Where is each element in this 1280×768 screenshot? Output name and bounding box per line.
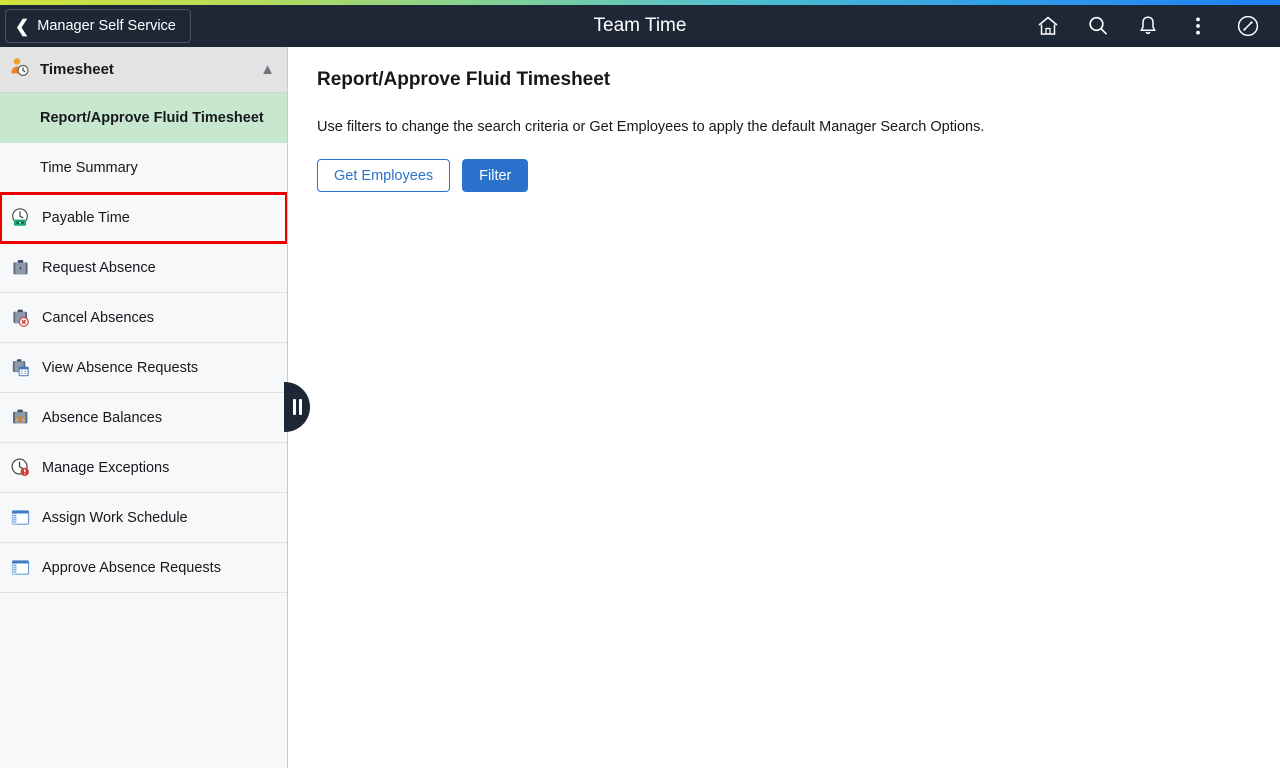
- clock-alert-icon: [8, 456, 32, 480]
- handle-bar: [298, 399, 302, 415]
- sidebar-group-label: Timesheet: [40, 61, 114, 78]
- get-employees-button[interactable]: Get Employees: [317, 159, 451, 192]
- briefcase-icon: [8, 256, 32, 280]
- sidebar-item-time-summary[interactable]: Time Summary: [0, 143, 287, 193]
- navigator-compass-icon[interactable]: [1226, 5, 1270, 47]
- sidebar-item-label: Time Summary: [40, 159, 138, 176]
- briefcase-calendar-icon: [8, 356, 32, 380]
- sidebar-item-report-approve-fluid-timesheet[interactable]: Report/Approve Fluid Timesheet: [0, 93, 287, 143]
- main-content: Report/Approve Fluid Timesheet Use filte…: [289, 47, 1280, 768]
- sidebar-item-label: Absence Balances: [42, 409, 163, 426]
- chevron-left-icon: ❮: [15, 16, 30, 36]
- sidebar-item-approve-absence-requests[interactable]: Approve Absence Requests: [0, 543, 287, 593]
- window-panel-icon: [8, 506, 32, 530]
- page-title: Report/Approve Fluid Timesheet: [317, 69, 611, 90]
- sidebar-item-label: Report/Approve Fluid Timesheet: [40, 109, 264, 126]
- sidebar-group-timesheet[interactable]: Timesheet ▲: [0, 47, 287, 93]
- header-icon-group: [1026, 5, 1280, 47]
- sidebar-item-label: Assign Work Schedule: [42, 509, 188, 526]
- search-icon[interactable]: [1076, 5, 1120, 47]
- sidebar-item-manage-exceptions[interactable]: Manage Exceptions: [0, 443, 287, 493]
- app-header: ❮ Manager Self Service Team Time: [0, 5, 1280, 47]
- person-clock-icon: [8, 55, 32, 84]
- sidebar-item-label: Manage Exceptions: [42, 459, 170, 476]
- briefcase-cancel-icon: [8, 306, 32, 330]
- instructions-text: Use filters to change the search criteri…: [317, 119, 985, 135]
- briefcase-balance-icon: [8, 406, 32, 430]
- sidebar: Timesheet ▲ Report/Approve Fluid Timeshe…: [0, 47, 288, 768]
- sidebar-item-payable-time[interactable]: Payable Time: [0, 192, 287, 244]
- filter-button[interactable]: Filter: [462, 159, 529, 192]
- handle-bar: [292, 399, 296, 415]
- sidebar-item-request-absence[interactable]: Request Absence: [0, 243, 287, 293]
- notifications-bell-icon[interactable]: [1126, 5, 1170, 47]
- home-icon[interactable]: [1026, 5, 1070, 47]
- back-button-label: Manager Self Service: [37, 18, 176, 34]
- sidebar-item-cancel-absences[interactable]: Cancel Absences: [0, 293, 287, 343]
- back-button[interactable]: ❮ Manager Self Service: [5, 9, 191, 43]
- sidebar-item-view-absence-requests[interactable]: View Absence Requests: [0, 343, 287, 393]
- sidebar-item-label: View Absence Requests: [42, 359, 199, 376]
- payable-time-icon: [8, 206, 32, 230]
- sidebar-item-label: Approve Absence Requests: [42, 559, 221, 576]
- actions-kebab-icon[interactable]: [1176, 5, 1220, 47]
- sidebar-item-label: Payable Time: [42, 209, 130, 226]
- window-panel-icon: [8, 556, 32, 580]
- sidebar-item-label: Cancel Absences: [42, 309, 155, 326]
- sidebar-empty-area: [0, 593, 287, 768]
- sidebar-item-label: Request Absence: [42, 259, 156, 276]
- sidebar-item-absence-balances[interactable]: Absence Balances: [0, 393, 287, 443]
- sidebar-item-assign-work-schedule[interactable]: Assign Work Schedule: [0, 493, 287, 543]
- action-button-row: Get Employees Filter: [317, 159, 1280, 192]
- chevron-up-icon[interactable]: ▲: [260, 61, 275, 78]
